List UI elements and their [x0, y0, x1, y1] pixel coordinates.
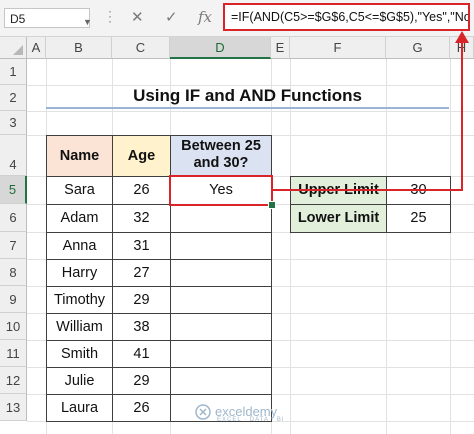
age-cell[interactable]: 32 [112, 204, 171, 233]
row-header-10[interactable]: 10 [0, 313, 27, 340]
col-header-b[interactable]: B [46, 37, 112, 59]
lower-limit-value[interactable]: 25 [386, 204, 451, 233]
row-header-1[interactable]: 1 [0, 59, 27, 85]
row-header-8[interactable]: 8 [0, 259, 27, 286]
col-header-f[interactable]: F [290, 37, 386, 59]
gridline [450, 59, 451, 434]
exceldemy-logo-icon [195, 404, 211, 420]
name-cell[interactable]: Sara [46, 176, 113, 205]
arrow-head-icon [455, 31, 469, 43]
name-cell[interactable]: Smith [46, 340, 113, 368]
col-header-e[interactable]: E [271, 37, 290, 59]
age-cell[interactable]: 41 [112, 340, 171, 368]
watermark-logo: exceldemy EXCEL · DATA · BI [195, 404, 285, 423]
name-cell[interactable]: Harry [46, 259, 113, 287]
result-cell[interactable] [170, 367, 272, 395]
name-box-value: D5 [10, 12, 26, 26]
name-cell[interactable]: Adam [46, 204, 113, 233]
header-name-cell[interactable]: Name [46, 135, 113, 177]
col-header-c[interactable]: C [112, 37, 170, 59]
gridline [386, 59, 387, 434]
age-cell[interactable]: 29 [112, 286, 171, 314]
col-header-a[interactable]: A [27, 37, 46, 59]
result-cell[interactable] [170, 313, 272, 341]
formula-input[interactable]: =IF(AND(C5>=$G$6,C5<=$G$5),"Yes","No") [223, 3, 470, 31]
age-cell[interactable]: 26 [112, 394, 171, 422]
row-header-3[interactable]: 3 [0, 111, 27, 135]
insert-function-icon[interactable]: fx [198, 8, 212, 26]
name-cell[interactable]: Laura [46, 394, 113, 422]
row-header-4[interactable]: 4 [0, 135, 27, 176]
age-cell[interactable]: 38 [112, 313, 171, 341]
name-cell[interactable]: Julie [46, 367, 113, 395]
age-cell[interactable]: 29 [112, 367, 171, 395]
name-cell[interactable]: Timothy [46, 286, 113, 314]
age-cell[interactable]: 31 [112, 232, 171, 260]
chevron-down-icon[interactable]: ▼ [83, 12, 92, 32]
enter-icon[interactable]: ✓ [165, 8, 178, 26]
row-header-6[interactable]: 6 [0, 204, 27, 232]
cancel-icon[interactable]: ✕ [131, 8, 144, 26]
row-header-7[interactable]: 7 [0, 232, 27, 259]
result-cell[interactable] [170, 232, 272, 260]
lower-limit-label[interactable]: Lower Limit [290, 204, 387, 233]
more-options-icon[interactable]: ⋮ [103, 8, 118, 25]
gridline [290, 59, 291, 434]
select-all-button[interactable] [0, 37, 27, 59]
row-header-12[interactable]: 12 [0, 367, 27, 394]
row-header-9[interactable]: 9 [0, 286, 27, 313]
col-header-d[interactable]: D [170, 37, 271, 59]
col-header-g[interactable]: G [386, 37, 450, 59]
row-header-11[interactable]: 11 [0, 340, 27, 367]
row-header-5[interactable]: 5 [0, 176, 27, 204]
header-age-cell[interactable]: Age [112, 135, 171, 177]
age-cell[interactable]: 27 [112, 259, 171, 287]
row-header-2[interactable]: 2 [0, 85, 27, 111]
watermark-tagline: EXCEL · DATA · BI [217, 417, 285, 423]
name-box[interactable]: D5 ▼ [4, 8, 92, 28]
formula-bar: D5 ▼ ⋮ ✕ ✓ fx =IF(AND(C5>=$G$6,C5<=$G$5)… [0, 0, 474, 37]
name-cell[interactable]: Anna [46, 232, 113, 260]
name-cell[interactable]: William [46, 313, 113, 341]
result-cell[interactable] [170, 259, 272, 287]
result-cell[interactable] [170, 286, 272, 314]
sheet-title: Using IF and AND Functions [46, 79, 449, 109]
gridline [27, 111, 474, 112]
selected-cell-outline [169, 175, 273, 206]
fill-handle[interactable] [268, 201, 276, 209]
header-result-cell[interactable]: Between 25 and 30? [170, 135, 272, 177]
row-header-13[interactable]: 13 [0, 394, 27, 421]
formula-buttons: ✕ ✓ fx [123, 6, 219, 30]
age-cell[interactable]: 26 [112, 176, 171, 205]
result-cell[interactable] [170, 204, 272, 233]
result-cell[interactable] [170, 340, 272, 368]
